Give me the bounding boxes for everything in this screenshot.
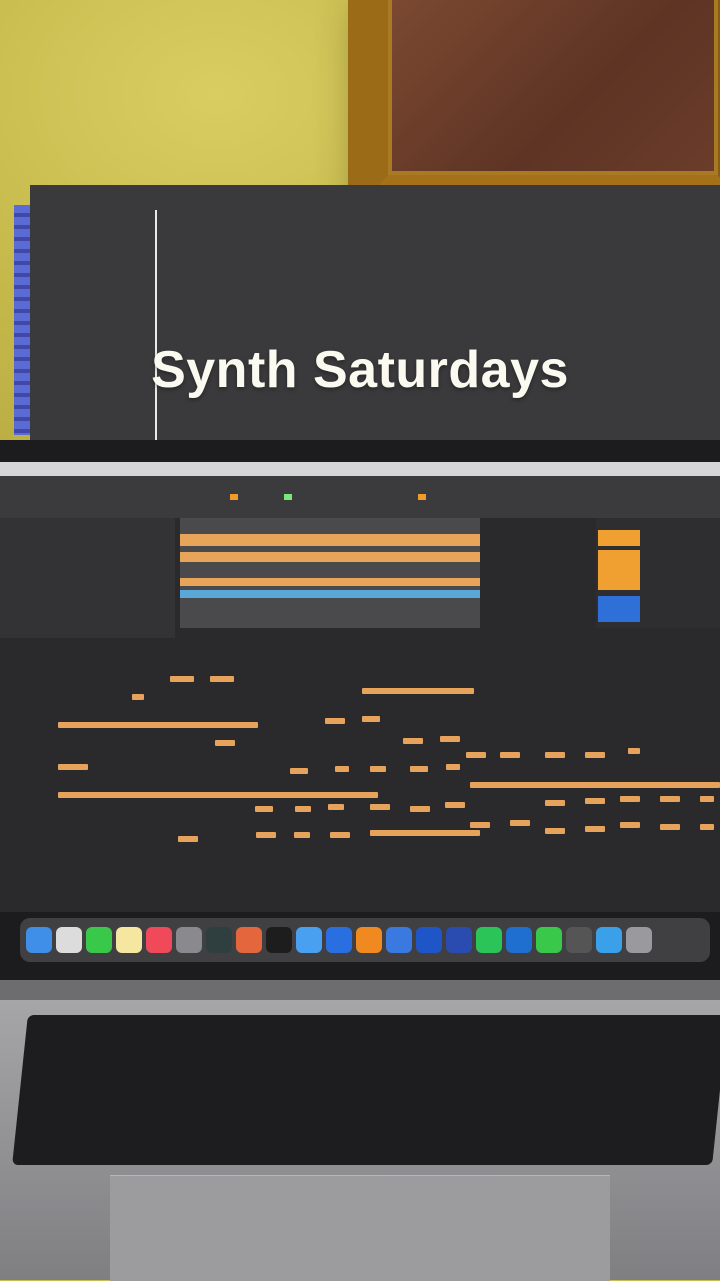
midi-note bbox=[545, 752, 565, 758]
piano-roll bbox=[30, 185, 720, 440]
midi-note bbox=[660, 796, 680, 802]
daw-control-bar bbox=[0, 476, 720, 518]
midi-note bbox=[700, 796, 714, 802]
midi-note bbox=[210, 676, 234, 682]
photoshop-icon[interactable] bbox=[446, 927, 472, 953]
facetime-icon[interactable] bbox=[536, 927, 562, 953]
midi-note bbox=[510, 820, 530, 826]
midi-note bbox=[545, 828, 565, 834]
app-icon[interactable] bbox=[566, 927, 592, 953]
midi-note bbox=[132, 694, 144, 700]
midi-note bbox=[620, 822, 640, 828]
control-icon bbox=[230, 494, 238, 500]
midi-note bbox=[328, 804, 344, 810]
midi-note bbox=[370, 766, 386, 772]
browser-panel bbox=[0, 518, 175, 638]
midi-note bbox=[466, 752, 486, 758]
app-icon[interactable] bbox=[416, 927, 442, 953]
midi-note bbox=[585, 752, 605, 758]
finder-icon[interactable] bbox=[26, 927, 52, 953]
midi-note bbox=[294, 832, 310, 838]
midi-note bbox=[470, 822, 490, 828]
midi-note bbox=[660, 824, 680, 830]
midi-note bbox=[370, 804, 390, 810]
folder-icon[interactable] bbox=[596, 927, 622, 953]
app-icon[interactable] bbox=[296, 927, 322, 953]
music-icon[interactable] bbox=[146, 927, 172, 953]
app-icon[interactable] bbox=[386, 927, 412, 953]
midi-note bbox=[440, 736, 460, 742]
midi-note bbox=[58, 792, 378, 798]
midi-note bbox=[545, 800, 565, 806]
midi-note bbox=[330, 832, 350, 838]
midi-note bbox=[290, 768, 308, 774]
menu-bar bbox=[0, 462, 720, 476]
laptop-screen bbox=[0, 462, 720, 912]
caption: Synth Saturdays bbox=[151, 341, 569, 399]
midi-note bbox=[255, 806, 273, 812]
piano-keys bbox=[14, 205, 30, 435]
messages-icon[interactable] bbox=[86, 927, 112, 953]
settings-icon[interactable] bbox=[176, 927, 202, 953]
midi-note bbox=[470, 782, 720, 788]
midi-note bbox=[58, 722, 258, 728]
session-clips-panel bbox=[596, 518, 720, 628]
midi-note bbox=[58, 764, 88, 770]
notes-icon[interactable] bbox=[116, 927, 142, 953]
outlook-icon[interactable] bbox=[506, 927, 532, 953]
midi-note bbox=[362, 688, 474, 694]
midi-note bbox=[585, 798, 605, 804]
midi-note bbox=[620, 796, 640, 802]
midi-note bbox=[585, 826, 605, 832]
midi-note bbox=[370, 830, 480, 836]
activity-monitor-icon[interactable] bbox=[206, 927, 232, 953]
midi-note bbox=[256, 832, 276, 838]
midi-note bbox=[500, 752, 520, 758]
midi-note bbox=[215, 740, 235, 746]
whatsapp-icon[interactable] bbox=[476, 927, 502, 953]
playhead bbox=[155, 210, 157, 440]
midi-note bbox=[178, 836, 198, 842]
midi-note bbox=[362, 716, 380, 722]
midi-note bbox=[446, 764, 460, 770]
trackpad bbox=[110, 1175, 610, 1281]
midi-note bbox=[295, 806, 311, 812]
brave-icon[interactable] bbox=[236, 927, 262, 953]
ableton-live-icon[interactable] bbox=[266, 927, 292, 953]
arrangement-view bbox=[180, 518, 480, 628]
launchpad-icon[interactable] bbox=[56, 927, 82, 953]
play-icon bbox=[284, 494, 292, 500]
control-icon bbox=[418, 494, 426, 500]
app-icon[interactable] bbox=[326, 927, 352, 953]
dock bbox=[20, 918, 710, 962]
midi-note bbox=[403, 738, 423, 744]
keyboard bbox=[12, 1015, 720, 1165]
midi-note bbox=[410, 766, 428, 772]
laptop-hinge bbox=[0, 980, 720, 1000]
midi-note bbox=[335, 766, 349, 772]
midi-note bbox=[628, 748, 640, 754]
midi-note bbox=[700, 824, 714, 830]
midi-note bbox=[170, 676, 194, 682]
midi-note bbox=[325, 718, 345, 724]
trash-icon[interactable] bbox=[626, 927, 652, 953]
midi-note bbox=[445, 802, 465, 808]
midi-note bbox=[410, 806, 430, 812]
app-icon[interactable] bbox=[356, 927, 382, 953]
